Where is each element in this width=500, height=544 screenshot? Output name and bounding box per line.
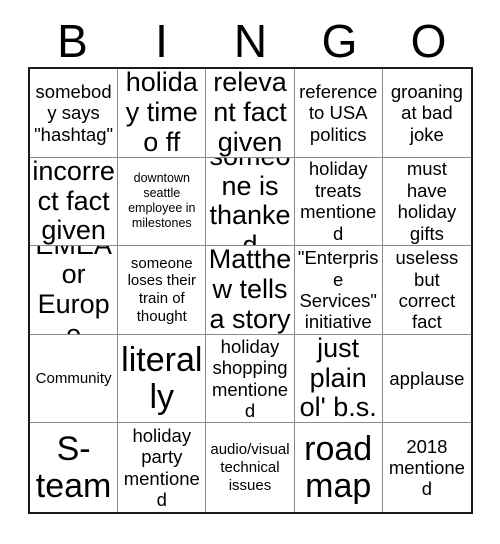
bingo-cell[interactable]: holiday shopping mentioned <box>206 334 295 424</box>
bingo-cell-label: reference to USA politics <box>299 80 378 145</box>
bingo-cell[interactable]: downtown seattle employee in milestones <box>118 157 207 247</box>
bingo-cell[interactable]: groaning at bad joke <box>382 69 471 158</box>
bingo-cell-label: must have holiday gifts <box>397 158 457 244</box>
bingo-cell[interactable]: someone loses their train of thought <box>118 246 207 335</box>
bingo-cell[interactable]: must have holiday gifts <box>382 157 471 247</box>
header-letter-b: B <box>57 14 88 67</box>
bingo-cell[interactable]: someone is thanked <box>206 157 295 247</box>
bingo-cell[interactable]: Matthew tells a story <box>206 246 295 335</box>
bingo-grid: somebody says "hashtag" holiday time o f… <box>28 67 473 514</box>
bingo-cell[interactable]: S- team <box>30 423 119 512</box>
bingo-cell-label: Matthew tells a story <box>208 246 292 334</box>
bingo-cell-label: incorrect fact given <box>32 157 115 246</box>
bingo-cell-label: groaning at bad joke <box>390 80 463 145</box>
bingo-cell-label: downtown seattle employee in milestones <box>128 171 196 231</box>
bingo-card: B I N G O somebody says "hashtag" holida… <box>0 0 500 544</box>
bingo-cell-label: S- team <box>35 429 112 505</box>
bingo-cell[interactable]: literally <box>118 334 207 424</box>
bingo-cell-label: relevant fact given <box>213 69 287 157</box>
bingo-cell-label: holiday party mentioned <box>123 424 200 511</box>
bingo-cell-label: Community <box>35 369 112 387</box>
bingo-cell[interactable]: just plain ol' b.s. <box>294 334 383 424</box>
header-letter-n: N <box>233 14 268 67</box>
header-letter-o: O <box>410 14 447 67</box>
bingo-cell[interactable]: road map <box>294 423 383 512</box>
bingo-header-letters: B I N G O <box>28 14 473 67</box>
bingo-cell-label: holiday treats mentioned <box>300 158 377 244</box>
header-letter-g: G <box>321 14 358 67</box>
bingo-cell-label: holiday shopping mentioned <box>211 335 289 422</box>
bingo-cell-label: 2018 mentioned <box>388 435 465 500</box>
bingo-cell[interactable]: applause <box>382 334 471 424</box>
bingo-cell[interactable]: reference to USA politics <box>294 69 383 158</box>
bingo-cell-label: holiday time o ff <box>125 69 198 157</box>
bingo-cell-label: someone is thanked <box>209 158 291 247</box>
bingo-cell-label: "Enterprise Services" initiative <box>297 247 379 333</box>
bingo-cell-label: literally <box>121 340 203 416</box>
bingo-cell[interactable]: EMEA or Europe <box>30 246 119 335</box>
bingo-cell[interactable]: useless but correct fact <box>382 246 471 335</box>
bingo-cell-label: just plain ol' b.s. <box>299 334 377 423</box>
bingo-cell-label: someone loses their train of thought <box>127 254 196 325</box>
bingo-cell-label: applause <box>389 367 465 389</box>
bingo-cell[interactable]: holiday treats mentioned <box>294 157 383 247</box>
bingo-cell-label: somebody says "hashtag" <box>34 80 114 145</box>
bingo-cell[interactable]: "Enterprise Services" initiative <box>294 246 383 335</box>
bingo-cell-label: road map <box>304 429 373 505</box>
bingo-cell-label: audio/visual technical issues <box>210 441 290 494</box>
bingo-cell[interactable]: Community <box>30 334 119 424</box>
header-letter-i: I <box>155 14 168 67</box>
bingo-cell[interactable]: relevant fact given <box>206 69 295 158</box>
bingo-cell-label: EMEA or Europe <box>35 246 112 335</box>
bingo-cell[interactable]: audio/visual technical issues <box>206 423 295 512</box>
bingo-cell[interactable]: holiday party mentioned <box>118 423 207 512</box>
bingo-cell[interactable]: incorrect fact given <box>30 157 119 247</box>
bingo-cell-label: useless but correct fact <box>395 247 459 333</box>
bingo-cell[interactable]: holiday time o ff <box>118 69 207 158</box>
bingo-cell[interactable]: somebody says "hashtag" <box>30 69 119 158</box>
bingo-cell[interactable]: 2018 mentioned <box>382 423 471 512</box>
